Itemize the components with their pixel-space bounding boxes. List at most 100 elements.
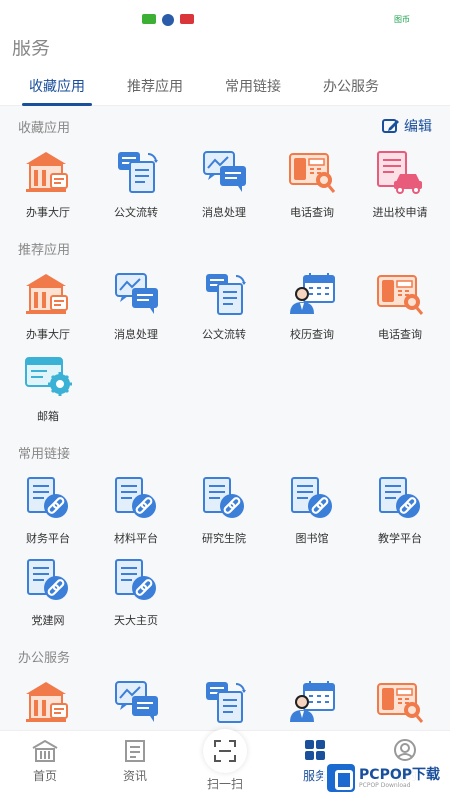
app-item[interactable]: 邮箱 [4, 350, 92, 432]
app-label: 研究生院 [202, 532, 246, 545]
section-title: 收藏应用 [18, 120, 71, 136]
nav-home[interactable]: 首页 [0, 731, 90, 800]
section-header-links: 常用链接 [0, 432, 450, 472]
services-content[interactable]: 收藏应用 编辑 办事大厅 公文流转 消息处理 电话查询 进出校申请 推荐应用 办事大厅消… [0, 106, 450, 730]
app-item[interactable]: 消息处理 [92, 676, 180, 730]
app-item[interactable]: 公文流转 [92, 146, 180, 228]
document-flow-icon [110, 148, 162, 196]
phone-icon [374, 270, 426, 318]
link-doc-icon [110, 474, 162, 522]
edit-label: 编辑 [404, 119, 432, 135]
link-doc-icon [374, 474, 426, 522]
app-label: 消息处理 [202, 206, 246, 219]
app-label: 进出校申请 [372, 206, 428, 219]
link-doc-icon [22, 556, 74, 604]
pcpop-logo-icon [327, 764, 356, 792]
app-item[interactable]: 财务平台 [4, 472, 92, 554]
nav-label: 资讯 [122, 769, 147, 783]
watermark-title: PCPOP下载 [359, 766, 440, 783]
app-label: 教学平台 [378, 532, 422, 545]
edit-icon [382, 119, 399, 133]
app-label: 电话查询 [290, 206, 334, 219]
favorites-grid: 办事大厅 公文流转 消息处理 电话查询 进出校申请 [0, 146, 450, 228]
title-row: 服务 [0, 37, 450, 68]
phone-icon [286, 148, 338, 196]
app-item[interactable]: 天大主页 [92, 554, 180, 636]
app-item[interactable]: 校历查询 [268, 676, 356, 730]
app-notification-icon [162, 14, 174, 26]
app-item[interactable]: 办事大厅 [4, 676, 92, 730]
app-item[interactable]: 公文流转 [180, 268, 268, 350]
app-item[interactable]: 进出校申请 [356, 146, 444, 228]
app-item[interactable]: 消息处理 [180, 146, 268, 228]
red-notification-icon [180, 14, 194, 24]
document-flow-icon [198, 270, 250, 318]
app-item[interactable]: 公文流转 [180, 676, 268, 730]
app-item[interactable]: 材料平台 [92, 472, 180, 554]
news-icon [125, 740, 145, 762]
document-flow-icon [198, 678, 250, 726]
hall-icon [22, 148, 74, 196]
app-item[interactable]: 办事大厅 [4, 146, 92, 228]
status-right-text: 图币 [394, 15, 410, 24]
app-item[interactable]: 消息处理 [92, 268, 180, 350]
app-item[interactable]: 研究生院 [180, 472, 268, 554]
wechat-icon [142, 14, 156, 24]
hall-icon [22, 678, 74, 726]
watermark-subtitle: PCPOP Download [359, 781, 411, 789]
profile-icon [394, 739, 416, 761]
link-doc-icon [286, 474, 338, 522]
tab-recommended[interactable]: 推荐应用 [114, 68, 196, 106]
scan-icon [214, 740, 236, 762]
page-title: 服务 [12, 37, 51, 59]
nav-label: 扫一扫 [206, 777, 243, 791]
app-label: 天大主页 [114, 614, 158, 627]
nav-news[interactable]: 资讯 [90, 731, 180, 800]
app-item[interactable]: 电话查询 [356, 268, 444, 350]
app-label: 校历查询 [290, 328, 334, 341]
section-title: 办公服务 [18, 650, 71, 666]
service-grid-icon [305, 740, 325, 760]
app-label: 材料平台 [114, 532, 158, 545]
edit-button[interactable]: 编辑 [382, 116, 432, 136]
app-label: 办事大厅 [26, 206, 70, 219]
app-item[interactable]: 党建网 [4, 554, 92, 636]
app-label: 图书馆 [295, 532, 329, 545]
links-grid: 财务平台 材料平台 研究生院 图书馆 教学平台党建网 天大主页 [0, 472, 450, 636]
section-title: 常用链接 [18, 446, 71, 462]
app-item[interactable]: 教学平台 [356, 472, 444, 554]
tab-links[interactable]: 常用链接 [212, 68, 294, 106]
tab-favorites[interactable]: 收藏应用 [16, 68, 98, 106]
link-doc-icon [110, 556, 162, 604]
nav-label: 首页 [32, 769, 57, 783]
message-icon [110, 678, 162, 726]
message-icon [110, 270, 162, 318]
status-bar: 图币 [0, 0, 450, 40]
section-header-office: 办公服务 [0, 636, 450, 676]
app-label: 邮箱 [37, 410, 59, 423]
section-header-favorites: 收藏应用 编辑 [0, 106, 450, 146]
scan-button[interactable] [203, 729, 247, 773]
home-icon [32, 739, 58, 762]
link-doc-icon [22, 474, 74, 522]
app-item[interactable]: 图书馆 [268, 472, 356, 554]
recommended-grid: 办事大厅 消息处理 公文流转 校历查询 电话查询邮箱 [0, 268, 450, 432]
calendar-icon [286, 270, 338, 318]
app-item[interactable]: 办事大厅 [4, 268, 92, 350]
app-label: 党建网 [31, 614, 65, 627]
app-item[interactable]: 电话查询 [268, 146, 356, 228]
section-header-recommended: 推荐应用 [0, 228, 450, 268]
status-notification-icons [142, 14, 194, 26]
app-label: 办事大厅 [26, 328, 70, 341]
app-label: 公文流转 [114, 206, 158, 219]
pcpop-watermark: PCPOP下载 PCPOP Download [323, 762, 444, 794]
app-label: 财务平台 [26, 532, 70, 545]
nav-scan[interactable]: 扫一扫 [180, 729, 270, 800]
mail-settings-icon [22, 352, 74, 400]
office-grid: 办事大厅消息处理公文流转校历查询电话查询 [0, 676, 450, 730]
app-item[interactable]: 校历查询 [268, 268, 356, 350]
tab-office[interactable]: 办公服务 [310, 68, 392, 106]
message-icon [198, 148, 250, 196]
link-doc-icon [198, 474, 250, 522]
app-item[interactable]: 电话查询 [356, 676, 444, 730]
